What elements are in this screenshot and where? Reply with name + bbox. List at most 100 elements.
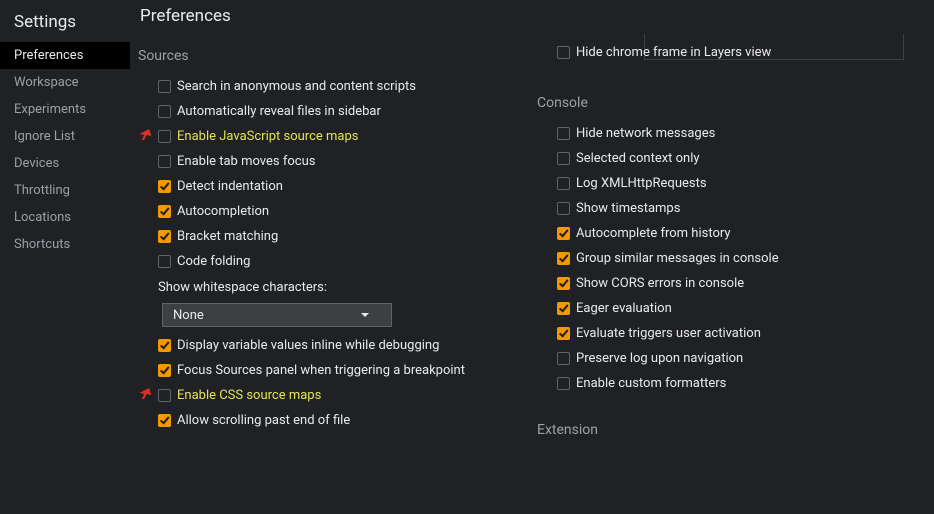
checkbox[interactable]: [557, 252, 570, 265]
sidebar-item-throttling[interactable]: Throttling: [0, 177, 130, 204]
setting-label: Group similar messages in console: [576, 251, 779, 266]
checkbox[interactable]: [557, 127, 570, 140]
sidebar-item-locations[interactable]: Locations: [0, 204, 130, 231]
chevron-down-icon: [361, 313, 369, 317]
console-item-0: Hide network messages: [557, 121, 924, 146]
sources-item-5: Autocompletion: [158, 199, 525, 224]
checkbox[interactable]: [158, 364, 171, 377]
setting-label: Evaluate triggers user activation: [576, 326, 761, 341]
sidebar-item-devices[interactable]: Devices: [0, 150, 130, 177]
sidebar-item-label: Throttling: [14, 183, 70, 198]
sidebar-item-label: Workspace: [14, 75, 79, 90]
setting-label: Eager evaluation: [576, 301, 672, 316]
checkbox[interactable]: [557, 202, 570, 215]
setting-label: Focus Sources panel when triggering a br…: [177, 363, 465, 378]
sources-item2-1: Focus Sources panel when triggering a br…: [158, 358, 525, 383]
setting-label: Autocomplete from history: [576, 226, 731, 241]
sidebar-item-label: Shortcuts: [14, 237, 70, 252]
main-panel: Preferences SourcesSearch in anonymous a…: [130, 0, 934, 514]
checkbox[interactable]: [557, 352, 570, 365]
sidebar-item-label: Locations: [14, 210, 71, 225]
console-item-2: Log XMLHttpRequests: [557, 171, 924, 196]
checkbox[interactable]: [158, 339, 171, 352]
layers-item-hide-chrome-frame: Hide chrome frame in Layers view: [557, 40, 924, 65]
setting-label: Hide chrome frame in Layers view: [576, 45, 771, 60]
console-item-9: Preserve log upon navigation: [557, 346, 924, 371]
console-item-10: Enable custom formatters: [557, 371, 924, 396]
sidebar-item-workspace[interactable]: Workspace: [0, 69, 130, 96]
checkbox[interactable]: [557, 152, 570, 165]
checkbox[interactable]: [557, 327, 570, 340]
right-column: Hide chrome frame in Layers view ConsoleH…: [535, 40, 934, 508]
setting-label: Code folding: [177, 254, 250, 269]
sources-item2-0: Display variable values inline while deb…: [158, 333, 525, 358]
console-item-4: Autocomplete from history: [557, 221, 924, 246]
whitespace-select-value: None: [173, 308, 204, 323]
setting-label: Detect indentation: [177, 179, 283, 194]
checkbox[interactable]: [158, 105, 171, 118]
console-item-5: Group similar messages in console: [557, 246, 924, 271]
console-item-1: Selected context only: [557, 146, 924, 171]
setting-label: Show timestamps: [576, 201, 680, 216]
console-item-6: Show CORS errors in console: [557, 271, 924, 296]
section-title-extension: Extension: [535, 416, 924, 448]
checkbox[interactable]: [158, 414, 171, 427]
checkbox[interactable]: [158, 80, 171, 93]
sidebar-item-label: Preferences: [14, 48, 83, 63]
annotation-arrow-icon: [136, 386, 151, 403]
sidebar-item-label: Devices: [14, 156, 59, 171]
sources-item-6: Bracket matching: [158, 224, 525, 249]
sidebar: Settings Preferences Workspace Experiments…: [0, 0, 130, 514]
checkbox[interactable]: [158, 205, 171, 218]
console-item-3: Show timestamps: [557, 196, 924, 221]
checkbox[interactable]: [557, 227, 570, 240]
setting-label: Autocompletion: [177, 204, 269, 219]
whitespace-select[interactable]: None: [162, 303, 392, 327]
sidebar-item-shortcuts[interactable]: Shortcuts: [0, 231, 130, 258]
sources-item-1: Automatically reveal files in sidebar: [158, 99, 525, 124]
console-group: Hide network messages Selected context on…: [535, 121, 924, 396]
layers-group: Hide chrome frame in Layers view: [535, 40, 924, 65]
setting-label: Display variable values inline while deb…: [177, 338, 439, 353]
sidebar-item-experiments[interactable]: Experiments: [0, 96, 130, 123]
console-item-7: Eager evaluation: [557, 296, 924, 321]
console-item-8: Evaluate triggers user activation: [557, 321, 924, 346]
setting-label: Selected context only: [576, 151, 700, 166]
setting-label: Log XMLHttpRequests: [576, 176, 707, 191]
setting-label: Preserve log upon navigation: [576, 351, 743, 366]
checkbox[interactable]: [158, 130, 171, 143]
settings-root: Settings Preferences Workspace Experiments…: [0, 0, 934, 514]
sources-item-4: Detect indentation: [158, 174, 525, 199]
setting-label: Search in anonymous and content scripts: [177, 79, 416, 94]
checkbox[interactable]: [557, 277, 570, 290]
setting-label: Show CORS errors in console: [576, 276, 744, 291]
left-column: SourcesSearch in anonymous and content s…: [136, 40, 535, 508]
sources-item-2: Enable JavaScript source maps: [158, 124, 525, 149]
section-title-console: Console: [535, 89, 924, 121]
checkbox[interactable]: [158, 180, 171, 193]
sources-item-7: Code folding: [158, 249, 525, 274]
sidebar-item-preferences[interactable]: Preferences: [0, 42, 130, 69]
setting-label: Enable JavaScript source maps: [177, 129, 359, 144]
checkbox[interactable]: [557, 46, 570, 59]
content: SourcesSearch in anonymous and content s…: [136, 40, 934, 508]
whitespace-label: Show whitespace characters:: [158, 274, 525, 299]
sidebar-item-label: Ignore List: [14, 129, 75, 144]
setting-label: Automatically reveal files in sidebar: [177, 104, 381, 119]
setting-label: Enable tab moves focus: [177, 154, 315, 169]
checkbox[interactable]: [158, 155, 171, 168]
sources-item-0: Search in anonymous and content scripts: [158, 74, 525, 99]
checkbox[interactable]: [158, 255, 171, 268]
checkbox[interactable]: [557, 177, 570, 190]
checkbox[interactable]: [158, 230, 171, 243]
checkbox[interactable]: [557, 302, 570, 315]
setting-label: Enable custom formatters: [576, 376, 726, 391]
sources-group: Search in anonymous and content scripts A…: [136, 74, 525, 433]
checkbox[interactable]: [557, 377, 570, 390]
sources-item2-2: Enable CSS source maps: [158, 383, 525, 408]
checkbox[interactable]: [158, 389, 171, 402]
sidebar-title: Settings: [0, 6, 130, 42]
setting-label: Enable CSS source maps: [177, 388, 321, 403]
sidebar-item-ignore-list[interactable]: Ignore List: [0, 123, 130, 150]
sidebar-item-label: Experiments: [14, 102, 86, 117]
